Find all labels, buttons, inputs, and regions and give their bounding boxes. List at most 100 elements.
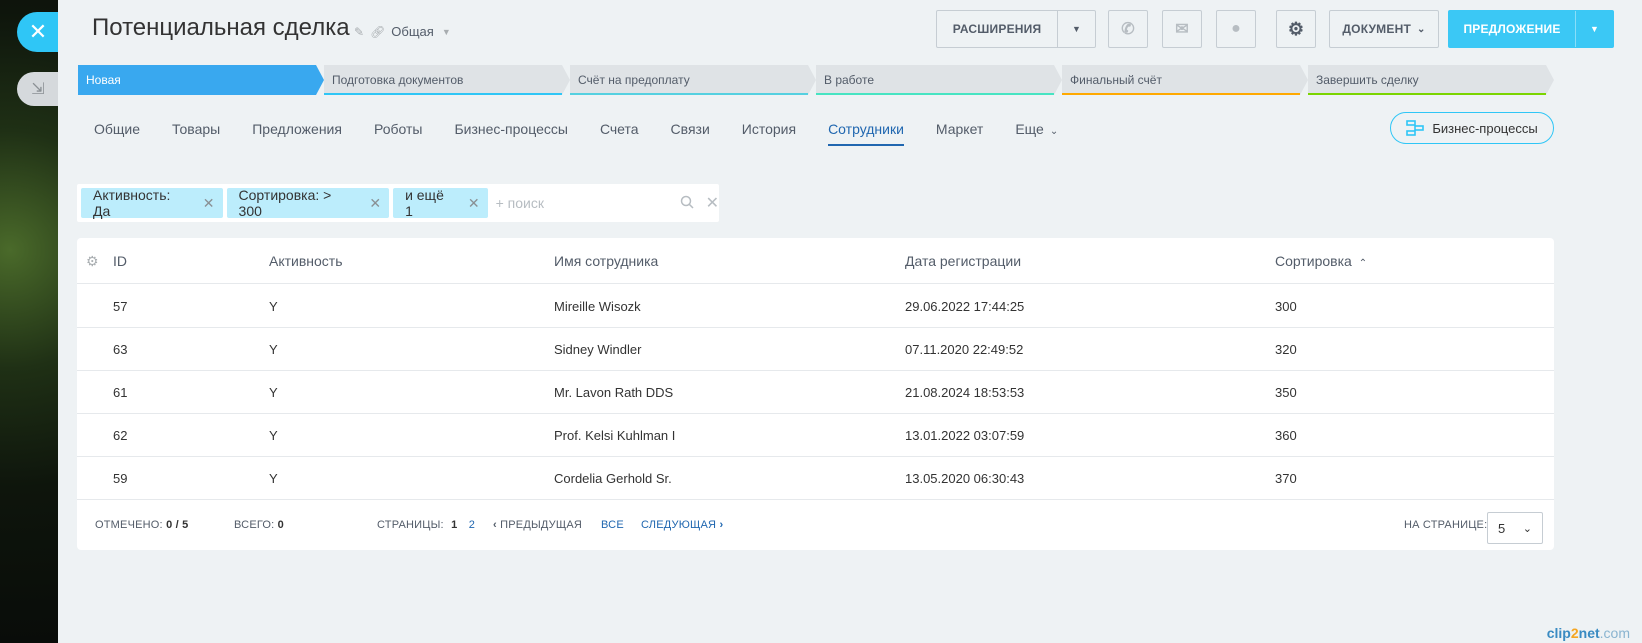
page-link-2[interactable]: 2 — [469, 519, 475, 531]
tab-offers[interactable]: Предложения — [236, 112, 358, 148]
tab-history[interactable]: История — [726, 112, 812, 148]
filter-chip-label: Активность: Да — [93, 187, 171, 219]
stage-color-bar — [570, 93, 808, 95]
business-processes-button[interactable]: Бизнес-процессы — [1390, 112, 1554, 144]
tab-business-processes[interactable]: Бизнес-процессы — [438, 112, 583, 148]
cell-date: 13.01.2022 03:07:59 — [905, 428, 1025, 443]
stage-item[interactable]: В работе — [816, 65, 1062, 95]
minimize-slider-button[interactable]: ⇲ — [17, 72, 59, 106]
page-current: 1 — [451, 519, 458, 531]
table-row[interactable]: 61 Y Mr. Lavon Rath DDS 21.08.2024 18:53… — [77, 371, 1554, 414]
offer-button[interactable]: ПРЕДЛОЖЕНИЕ ▼ — [1448, 10, 1614, 48]
all-pages-link[interactable]: ВСЕ — [601, 501, 624, 550]
envelope-icon: ✉ — [1175, 21, 1189, 38]
offer-dropdown[interactable]: ▼ — [1575, 11, 1613, 47]
stage-item[interactable]: Счёт на предоплату — [570, 65, 816, 95]
total-counter: ВСЕГО: 0 — [234, 501, 284, 550]
watermark-logo: clip2net.com — [1547, 625, 1630, 641]
search-input[interactable] — [495, 195, 676, 211]
settings-button[interactable]: ⚙ — [1276, 10, 1316, 48]
pencil-icon[interactable]: ✎ — [354, 25, 364, 39]
link-icon[interactable]: 🔗︎ — [370, 25, 385, 39]
tab-links[interactable]: Связи — [655, 112, 726, 148]
tab-invoices[interactable]: Счета — [584, 112, 655, 148]
table-row[interactable]: 59 Y Cordelia Gerhold Sr. 13.05.2020 06:… — [77, 457, 1554, 500]
next-page-link[interactable]: СЛЕДУЮЩАЯ › — [641, 501, 723, 550]
watermark-part: clip — [1546, 625, 1571, 641]
column-header-activity[interactable]: Активность — [269, 238, 343, 284]
tab-robots[interactable]: Роботы — [358, 112, 438, 148]
cell-sort: 360 — [1275, 428, 1297, 443]
selected-counter: ОТМЕЧЕНО: 0 / 5 — [95, 501, 188, 550]
extensions-label: РАСШИРЕНИЯ — [952, 22, 1042, 36]
column-header-name[interactable]: Имя сотрудника — [554, 238, 658, 284]
extensions-button[interactable]: РАСШИРЕНИЯ ▼ — [936, 10, 1096, 48]
cell-date: 07.11.2020 22:49:52 — [905, 342, 1024, 357]
title-tools: ✎ 🔗︎ Общая ▼ — [354, 24, 451, 39]
business-processes-label: Бизнес-процессы — [1432, 120, 1538, 136]
column-header-sort-label: Сортировка — [1275, 253, 1352, 269]
stage-item[interactable]: Завершить сделку — [1308, 65, 1554, 95]
cell-activity: Y — [269, 428, 278, 443]
call-button[interactable]: ✆ — [1108, 10, 1148, 48]
tab-more[interactable]: Еще ⌄ — [999, 112, 1074, 148]
stage-item[interactable]: Подготовка документов — [324, 65, 570, 95]
column-header-id[interactable]: ID — [113, 238, 127, 284]
filter-chip[interactable]: Сортировка: > 300 ✕ — [226, 187, 390, 219]
chevron-down-icon: ⌄ — [1416, 23, 1426, 35]
cell-date: 21.08.2024 18:53:53 — [905, 385, 1025, 400]
cell-name: Prof. Kelsi Kuhlman I — [554, 428, 676, 443]
pagination: СТРАНИЦЫ: 1 2 — [377, 501, 475, 550]
prev-page-link[interactable]: ‹ ПРЕДЫДУЩАЯ — [493, 501, 582, 550]
per-page-value: 5 — [1498, 520, 1506, 536]
stage-item[interactable]: Финальный счёт — [1062, 65, 1308, 95]
cell-sort: 370 — [1275, 471, 1297, 486]
stage-color-bar — [1308, 93, 1546, 95]
per-page-select[interactable]: 5 ⌄ — [1487, 512, 1543, 544]
filter-chip[interactable]: и ещё 1 ✕ — [393, 187, 488, 219]
chevron-left-icon: ‹ — [493, 519, 497, 531]
chevron-down-icon[interactable]: ▼ — [442, 27, 451, 37]
arrow-down-left-icon: ⇲ — [31, 81, 45, 98]
tab-employees[interactable]: Сотрудники — [812, 112, 920, 148]
clear-filter-icon[interactable]: ✕ — [706, 193, 719, 213]
email-button[interactable]: ✉ — [1162, 10, 1202, 48]
column-header-date[interactable]: Дата регистрации — [905, 238, 1021, 284]
caret-down-icon: ▼ — [1589, 24, 1600, 34]
table-row[interactable]: 63 Y Sidney Windler 07.11.2020 22:49:52 … — [77, 328, 1554, 371]
chevron-right-icon: › — [719, 519, 724, 531]
remove-chip-icon[interactable]: ✕ — [468, 195, 480, 212]
remove-chip-icon[interactable]: ✕ — [369, 195, 381, 212]
close-icon: ✕ — [28, 19, 48, 44]
stage-bar: Новая Подготовка документов Счёт на пред… — [78, 65, 1554, 95]
cell-date: 29.06.2022 17:44:25 — [905, 299, 1025, 314]
category-selector[interactable]: Общая — [391, 24, 434, 39]
stage-label: Завершить сделку — [1316, 73, 1419, 87]
search-icon[interactable] — [680, 195, 694, 212]
watermark-part: 2 — [1570, 625, 1579, 641]
chat-button[interactable]: ● — [1216, 10, 1256, 48]
tab-general[interactable]: Общие — [78, 112, 156, 148]
tab-market[interactable]: Маркет — [920, 112, 999, 148]
stage-label: Подготовка документов — [332, 73, 464, 87]
cell-name: Mr. Lavon Rath DDS — [554, 385, 674, 400]
table-row[interactable]: 57 Y Mireille Wisozk 29.06.2022 17:44:25… — [77, 285, 1554, 328]
cell-activity: Y — [269, 342, 278, 357]
cell-id: 57 — [113, 299, 128, 314]
table-row[interactable]: 62 Y Prof. Kelsi Kuhlman I 13.01.2022 03… — [77, 414, 1554, 457]
column-settings-gear-icon[interactable]: ⚙ — [86, 238, 99, 284]
column-header-sort[interactable]: Сортировка ⌃ — [1275, 238, 1367, 284]
close-slider-button[interactable]: ✕ — [17, 12, 59, 52]
tab-products[interactable]: Товары — [156, 112, 236, 148]
stage-item[interactable]: Новая — [78, 65, 324, 95]
offer-label: ПРЕДЛОЖЕНИЕ — [1463, 22, 1561, 36]
total-value: 0 — [277, 519, 284, 531]
chevron-down-icon: ⌄ — [1522, 522, 1532, 535]
next-label: СЛЕДУЮЩАЯ — [641, 519, 717, 531]
document-button[interactable]: ДОКУМЕНТ ⌄ — [1329, 10, 1439, 48]
extensions-dropdown[interactable]: ▼ — [1057, 11, 1095, 47]
pages-label: СТРАНИЦЫ: — [377, 519, 444, 531]
remove-chip-icon[interactable]: ✕ — [203, 195, 215, 212]
filter-chip[interactable]: Активность: Да ✕ — [81, 187, 223, 219]
cell-activity: Y — [269, 385, 278, 400]
